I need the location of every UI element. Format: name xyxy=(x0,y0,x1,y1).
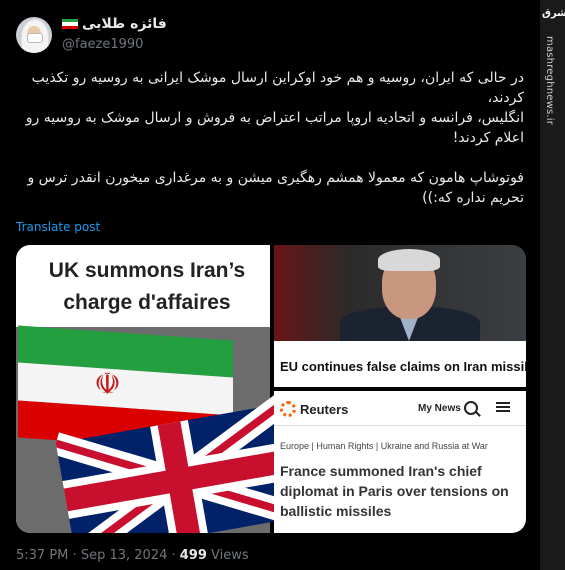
tweet-meta: 5:37 PM · Sep 13, 2024 · 499 Views xyxy=(16,548,249,563)
media-image-reuters[interactable]: Reuters My News Europe | Human Rights | … xyxy=(274,391,526,533)
reuters-logo: Reuters xyxy=(280,401,348,417)
divider xyxy=(274,425,526,426)
meta-separator: · xyxy=(72,548,77,563)
avatar-mask xyxy=(27,33,43,43)
watermark-site: mashreghnews.ir xyxy=(544,36,555,126)
media-image-uk-summons[interactable]: UK summons Iran’s charge d'affaires ☫ xyxy=(16,245,305,533)
eu-caption-text: EU continues false claims on Iran missil… xyxy=(280,359,526,374)
reuters-logo-text: Reuters xyxy=(300,401,349,417)
reuters-categories: Europe | Human Rights | Ukraine and Russ… xyxy=(280,441,488,451)
iran-flag-icon xyxy=(62,18,78,30)
translate-post-link[interactable]: Translate post xyxy=(16,220,100,234)
media-image-eu-claims[interactable]: EU continues false claims on Iran missil… xyxy=(274,245,526,387)
avatar[interactable] xyxy=(16,17,52,53)
reuters-headline: France summoned Iran's chief diplomat in… xyxy=(280,463,509,519)
watermark-logo: مشرق xyxy=(542,8,565,19)
author-name-row[interactable]: فائزه طلایی xyxy=(62,16,167,32)
menu-icon xyxy=(496,402,510,412)
tweet-card: فائزه طلایی @faeze1990 در حالی که ایران،… xyxy=(0,0,540,570)
author-display-name[interactable]: فائزه طلایی xyxy=(82,16,167,32)
tweet-text: در حالی که ایران، روسیه و هم خود اوکراین… xyxy=(25,70,524,206)
reuters-logo-icon xyxy=(280,401,296,417)
media-grid: UK summons Iran’s charge d'affaires ☫ EU… xyxy=(16,245,526,533)
watermark-sidebar: مشرق mashreghnews.ir xyxy=(540,0,565,570)
author-handle[interactable]: @faeze1990 xyxy=(62,37,143,52)
uk-summons-headline: UK summons Iran’s charge d'affaires xyxy=(48,259,246,314)
eu-caption-box: EU continues false claims on Iran missil… xyxy=(274,341,526,387)
tweet-time[interactable]: 5:37 PM xyxy=(16,548,68,563)
meta-separator-2: · xyxy=(171,548,176,563)
iran-emblem-icon: ☫ xyxy=(94,367,121,402)
person-hair xyxy=(378,249,440,271)
tweet-date[interactable]: Sep 13, 2024 xyxy=(81,548,168,563)
my-news-link: My News xyxy=(418,403,461,414)
views-count: 499 xyxy=(179,548,207,563)
views-label: Views xyxy=(211,548,249,563)
search-icon xyxy=(464,401,478,415)
